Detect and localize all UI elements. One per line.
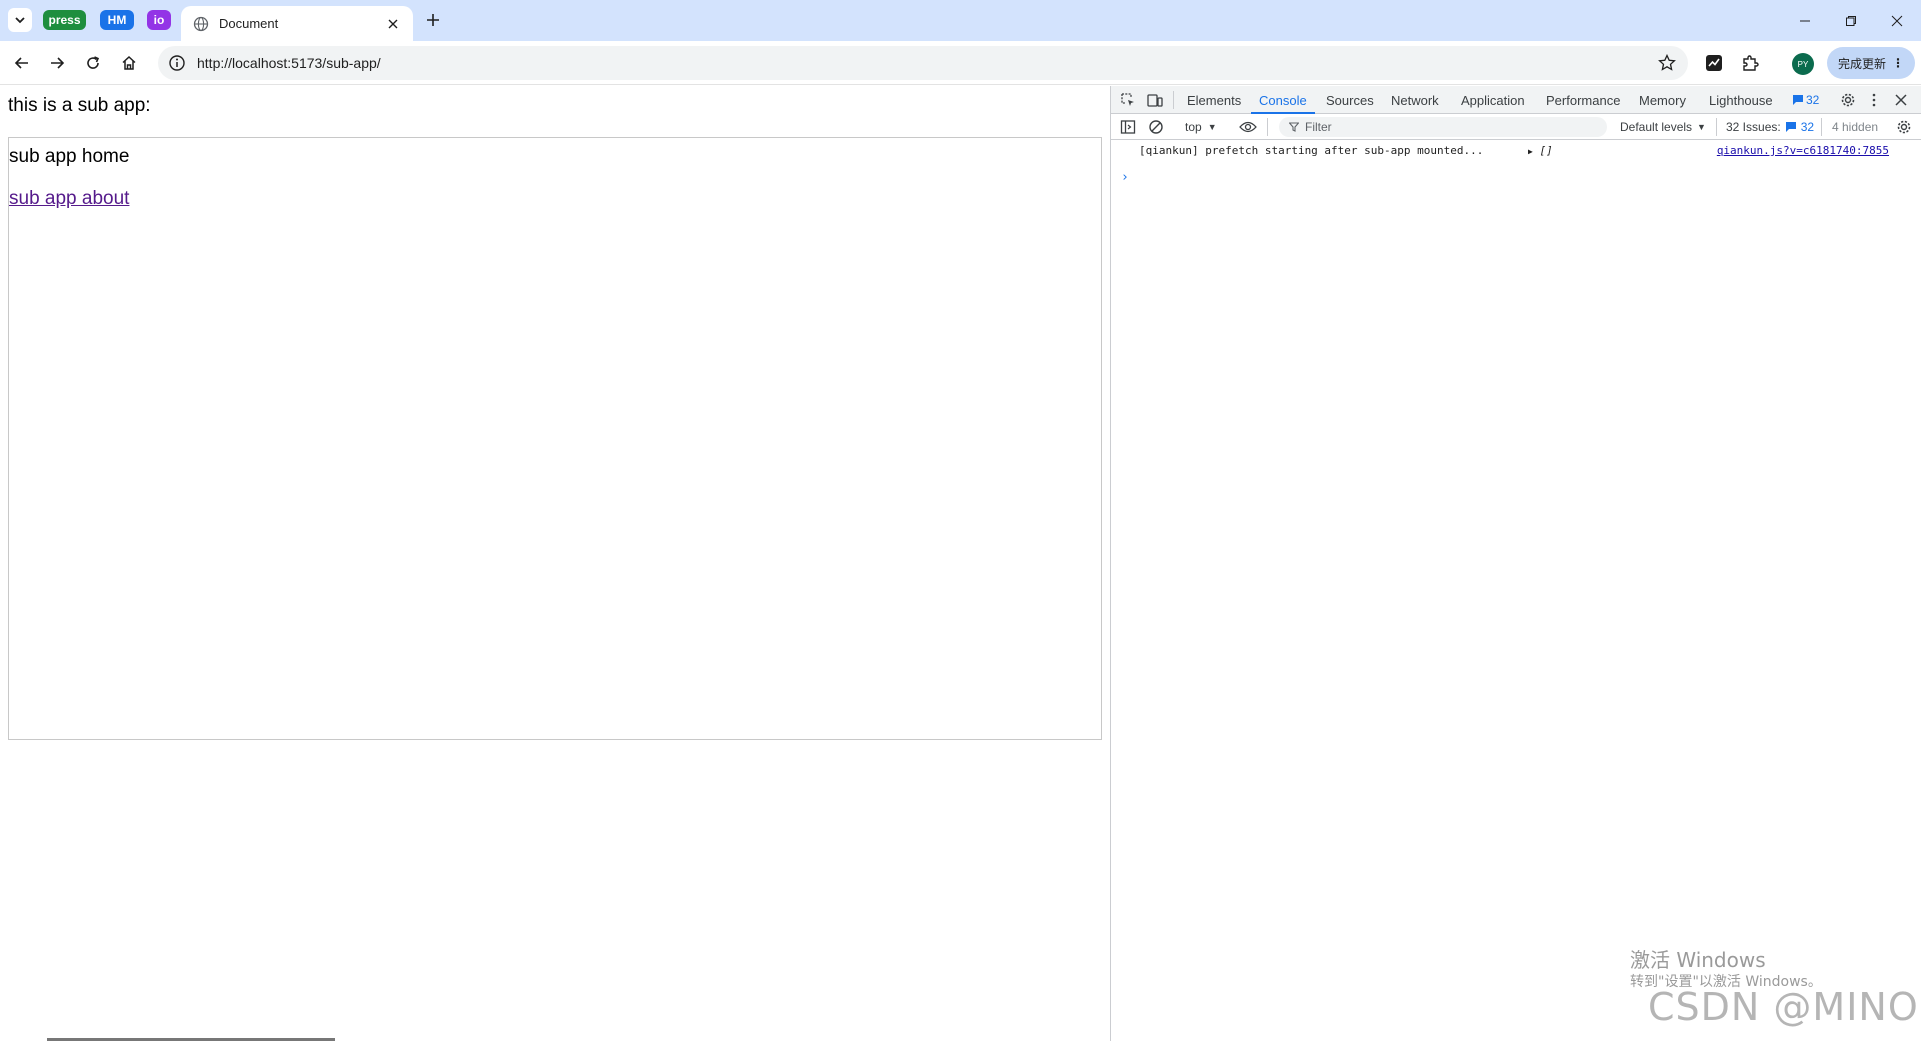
issues-count-number: 32 (1800, 120, 1815, 134)
issues-counter[interactable]: 32 Issues: 32 (1726, 118, 1814, 136)
browser-toolbar: http://localhost:5173/sub-app/ PY 完成更新 ⋮ (0, 41, 1921, 85)
inspect-element-icon[interactable] (1119, 91, 1137, 109)
levels-label: Default levels (1620, 120, 1693, 134)
tab-title: Document (219, 16, 279, 31)
site-info-icon[interactable] (168, 54, 186, 72)
back-button[interactable] (8, 49, 36, 77)
console-source-link[interactable]: qiankun.js?v=c6181740:7855 (1717, 144, 1889, 157)
tab-memory[interactable]: Memory (1639, 86, 1686, 114)
devtools-tab-bar: Elements Console Sources Network Applica… (1111, 86, 1921, 114)
arrow-left-icon (14, 57, 28, 69)
console-message: [qiankun] prefetch starting after sub-ap… (1111, 140, 1921, 162)
caret-down-icon: ▼ (1207, 122, 1217, 132)
chevron-down-icon (15, 17, 25, 24)
extensions-puzzle-icon[interactable] (1738, 51, 1762, 75)
divider (1173, 91, 1174, 109)
tab-console[interactable]: Console (1251, 86, 1315, 114)
message-icon (1785, 122, 1796, 132)
filter-icon (1289, 122, 1299, 132)
tab-search-button[interactable] (8, 8, 32, 32)
close-tab-icon[interactable] (385, 16, 401, 32)
plus-icon (427, 14, 439, 26)
devtools-panel: Elements Console Sources Network Applica… (1110, 86, 1921, 1041)
page-viewport: this is a sub app: sub app home sub app … (0, 86, 1110, 1041)
update-label: 完成更新 (1837, 56, 1886, 71)
minimize-button[interactable] (1782, 0, 1828, 41)
issues-badge[interactable]: 32 (1792, 91, 1819, 109)
reload-button[interactable] (79, 49, 107, 77)
arrow-right-icon (51, 57, 65, 69)
clear-console-icon[interactable] (1147, 118, 1165, 136)
window-close-button[interactable] (1874, 0, 1920, 41)
address-bar[interactable]: http://localhost:5173/sub-app/ (158, 46, 1688, 80)
tab-performance[interactable]: Performance (1546, 86, 1620, 114)
divider (1716, 118, 1717, 136)
new-tab-button[interactable] (421, 8, 445, 32)
console-toolbar: top ▼ Filter Default levels ▼ 32 Issues:… (1111, 114, 1921, 140)
log-levels-dropdown[interactable]: Default levels ▼ (1620, 118, 1706, 136)
profile-avatar[interactable]: PY (1792, 53, 1814, 75)
pinned-tab-io[interactable]: io (147, 10, 171, 30)
tab-network[interactable]: Network (1391, 86, 1439, 114)
tab-application[interactable]: Application (1461, 86, 1525, 114)
update-button[interactable]: 完成更新 ⋮ (1827, 47, 1915, 79)
performance-icon[interactable] (1702, 51, 1726, 75)
console-message-text: [qiankun] prefetch starting after sub-ap… (1139, 144, 1484, 157)
console-array-value: [] (1539, 144, 1553, 157)
tab-sources[interactable]: Sources (1326, 86, 1374, 114)
restore-button[interactable] (1828, 0, 1874, 41)
home-icon (122, 55, 136, 70)
more-menu-icon: ⋮ (1892, 56, 1904, 70)
hidden-count: 4 hidden (1832, 120, 1879, 134)
settings-gear-icon[interactable] (1839, 91, 1857, 109)
kebab-menu-icon[interactable] (1865, 91, 1883, 109)
intro-text: this is a sub app: (8, 95, 151, 116)
sidebar-toggle-icon[interactable] (1119, 118, 1137, 136)
console-prompt-chevron-icon[interactable]: › (1121, 170, 1129, 185)
close-devtools-icon[interactable] (1892, 91, 1910, 109)
csdn-watermark: CSDN @MINO吖 (1648, 985, 1919, 1041)
sub-app-container: sub app home sub app about (8, 137, 1102, 740)
minimize-icon (1800, 20, 1810, 21)
filter-placeholder: Filter (1305, 120, 1332, 134)
sub-app-home-text: sub app home (9, 146, 130, 167)
context-label: top (1185, 120, 1202, 134)
activate-windows-title: 激活 Windows (1630, 948, 1766, 972)
tab-lighthouse[interactable]: Lighthouse (1709, 86, 1773, 114)
console-settings-gear-icon[interactable] (1895, 118, 1913, 136)
console-expand-array[interactable]: ▶ [] (1528, 144, 1553, 157)
device-toolbar-icon[interactable] (1146, 91, 1164, 109)
divider (1821, 118, 1822, 136)
tab-document[interactable]: Document (181, 6, 413, 41)
eye-icon[interactable] (1239, 118, 1257, 136)
console-filter-input[interactable]: Filter (1279, 117, 1607, 137)
pinned-tab-press[interactable]: press (43, 10, 86, 30)
tab-strip: press HM io Document (0, 0, 1921, 41)
caret-down-icon: ▼ (1697, 122, 1706, 132)
reload-icon (87, 56, 100, 69)
sub-app-about-link[interactable]: sub app about (9, 188, 129, 210)
issues-label: 32 Issues: (1726, 120, 1781, 134)
tab-elements[interactable]: Elements (1187, 86, 1241, 114)
home-button[interactable] (115, 49, 143, 77)
issues-badge-count: 32 (1806, 93, 1820, 107)
close-icon (1891, 15, 1903, 26)
forward-button[interactable] (43, 49, 71, 77)
restore-icon (1846, 15, 1856, 26)
pinned-tab-hm[interactable]: HM (100, 10, 134, 30)
message-icon (1793, 95, 1803, 105)
bookmark-star-icon[interactable] (1658, 54, 1676, 72)
globe-icon (193, 16, 209, 31)
divider (1267, 118, 1268, 136)
url-text[interactable]: http://localhost:5173/sub-app/ (197, 55, 381, 71)
context-selector[interactable]: top ▼ (1185, 118, 1217, 136)
expand-triangle-icon: ▶ (1528, 147, 1533, 156)
